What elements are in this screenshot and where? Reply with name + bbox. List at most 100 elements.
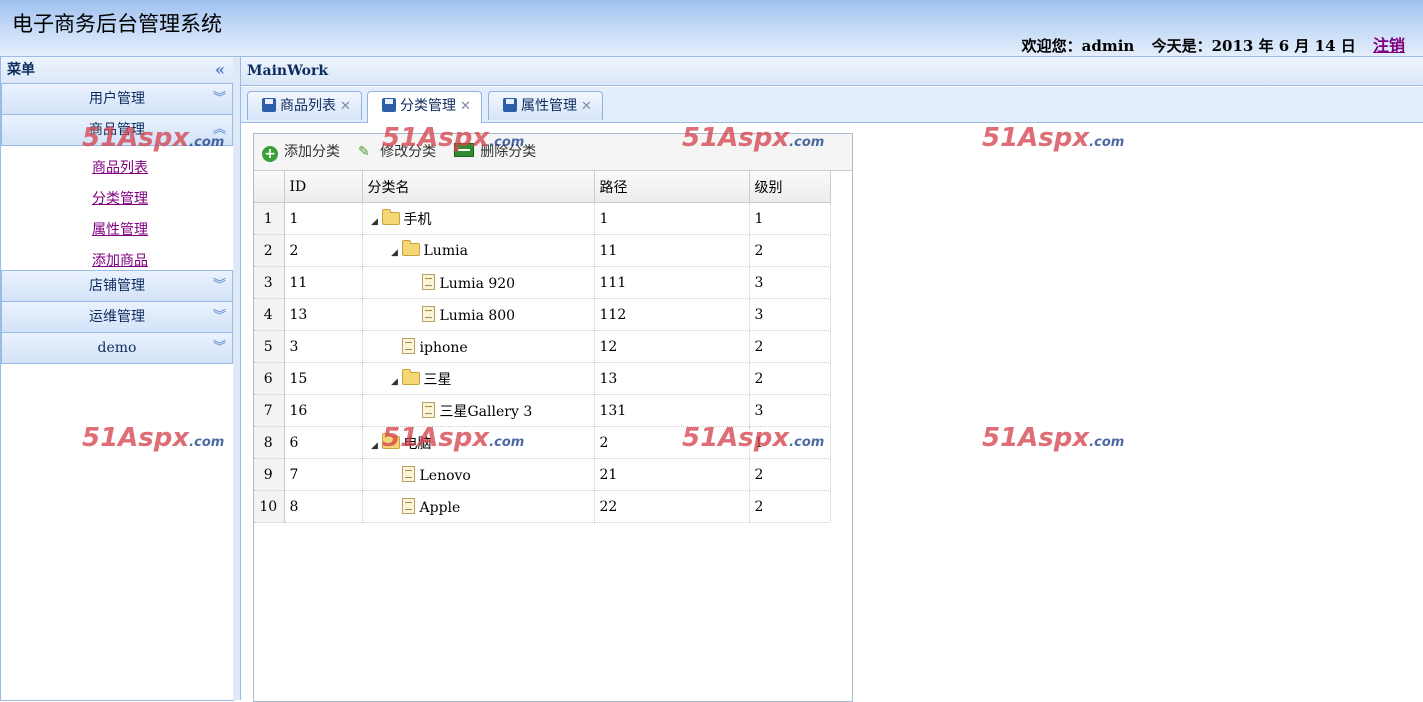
folder-icon — [381, 432, 400, 449]
collapse-left-icon[interactable]: « — [215, 57, 225, 83]
cell-name: ◢ 手机 — [362, 202, 595, 235]
menu-link-category[interactable]: 分类管理 — [1, 185, 233, 216]
cell-name: ◢ 电脑 — [362, 426, 595, 459]
cell-path: 13 — [594, 362, 750, 395]
table-body: 1 1 ◢ 手机 1 1 2 2 ◢ Lumia 11 2 3 11 Lumia 920 111 3 4 13 Lum… — [254, 202, 831, 523]
cell-name: iphone — [362, 330, 595, 363]
cell-level: 2 — [749, 362, 831, 395]
document-icon — [421, 305, 435, 322]
header-info: 欢迎您：admin 今天是：2013 年 6 月 14 日 注销 — [1010, 32, 1405, 56]
category-name: 手机 — [403, 211, 432, 228]
menu-title: 菜单 « — [1, 57, 233, 84]
table-row[interactable]: 1 1 ◢ 手机 1 1 — [254, 202, 831, 235]
cell-path: 131 — [594, 394, 750, 427]
tree-expanded-icon[interactable]: ◢ — [388, 377, 402, 387]
menu-section-shop[interactable]: 店铺管理 ︾ — [1, 271, 233, 302]
tab-strip: 商品列表 ✕ 分类管理 ✕ 属性管理 ✕ — [241, 87, 1423, 123]
expand-icon: ︾ — [212, 340, 226, 355]
row-number: 3 — [254, 266, 285, 299]
cell-path: 11 — [594, 234, 750, 267]
cell-path: 111 — [594, 266, 750, 299]
welcome-text: 欢迎您：admin — [1021, 37, 1135, 55]
menu-section-label: 商品管理 — [89, 122, 145, 138]
category-name: Lenovo — [419, 467, 471, 484]
cell-level: 2 — [749, 330, 831, 363]
column-header-id[interactable]: ID — [284, 171, 363, 203]
tree-expanded-icon[interactable]: ◢ — [388, 248, 402, 258]
date-text: 今天是：2013 年 6 月 14 日 — [1151, 37, 1356, 55]
delete-category-label: 删除分类 — [480, 144, 537, 160]
menu-section-ops[interactable]: 运维管理 ︾ — [1, 302, 233, 333]
cell-name: 三星Gallery 3 — [362, 394, 595, 427]
delete-category-button[interactable]: 删除分类 — [454, 134, 536, 170]
sidebar-menu: 菜单 « 用户管理 ︾ 商品管理 ︽ 商品列表 分类管理 属性管理 添加商品 店… — [0, 57, 234, 701]
layout-splitter[interactable] — [233, 57, 240, 700]
menu-section-goods[interactable]: 商品管理 ︽ — [1, 115, 233, 146]
category-table: ID 分类名 路径 级别 1 1 ◢ 手机 1 1 2 2 ◢ Lumia 11 2 3 11 Lumia … — [254, 171, 831, 523]
table-header-row: ID 分类名 路径 级别 — [254, 171, 831, 203]
document-icon — [401, 497, 415, 514]
cell-level: 3 — [749, 394, 831, 427]
column-header-level[interactable]: 级别 — [749, 171, 831, 203]
tab-goods-list[interactable]: 商品列表 ✕ — [247, 91, 362, 120]
save-disk-icon — [262, 98, 276, 112]
cell-level: 2 — [749, 234, 831, 267]
cell-path: 12 — [594, 330, 750, 363]
document-icon — [401, 465, 415, 482]
add-category-button[interactable]: + 添加分类 — [262, 134, 340, 170]
tab-label: 分类管理 — [400, 98, 456, 114]
pencil-icon: ✎ — [358, 144, 370, 160]
close-icon[interactable]: ✕ — [581, 99, 592, 114]
category-name: Lumia 800 — [439, 307, 516, 324]
cell-level: 2 — [749, 458, 831, 491]
tree-expanded-icon[interactable]: ◢ — [368, 217, 382, 227]
collapse-icon: ︽ — [212, 122, 226, 137]
cell-name: Apple — [362, 490, 595, 523]
category-name: 三星 — [423, 371, 452, 388]
cell-id: 2 — [284, 234, 363, 267]
folder-icon — [381, 208, 400, 225]
menu-link-goods-list[interactable]: 商品列表 — [1, 154, 233, 185]
tab-category[interactable]: 分类管理 ✕ — [367, 91, 482, 123]
expand-icon: ︾ — [212, 309, 226, 324]
row-number: 5 — [254, 330, 285, 363]
table-row[interactable]: 10 8 Apple 22 2 — [254, 490, 831, 523]
cell-name: Lenovo — [362, 458, 595, 491]
cell-path: 2 — [594, 426, 750, 459]
menu-title-label: 菜单 — [7, 62, 35, 78]
table-row[interactable]: 2 2 ◢ Lumia 11 2 — [254, 234, 831, 267]
menu-section-user[interactable]: 用户管理 ︾ — [1, 84, 233, 115]
expand-icon: ︾ — [212, 278, 226, 293]
cell-id: 15 — [284, 362, 363, 395]
edit-category-button[interactable]: ✎ 修改分类 — [358, 134, 436, 170]
table-row[interactable]: 7 16 三星Gallery 3 131 3 — [254, 394, 831, 427]
close-icon[interactable]: ✕ — [340, 99, 351, 114]
remove-icon — [454, 143, 475, 157]
row-number: 10 — [254, 490, 285, 523]
menu-section-label: demo — [97, 340, 137, 356]
menu-section-demo[interactable]: demo ︾ — [1, 333, 233, 364]
logout-link[interactable]: 注销 — [1373, 36, 1405, 55]
app-header: 电子商务后台管理系统 欢迎您：admin 今天是：2013 年 6 月 14 日… — [0, 0, 1423, 57]
document-icon — [421, 401, 435, 418]
column-header-path[interactable]: 路径 — [594, 171, 750, 203]
table-row[interactable]: 9 7 Lenovo 21 2 — [254, 458, 831, 491]
category-name: Apple — [419, 499, 461, 516]
tab-attributes[interactable]: 属性管理 ✕ — [488, 91, 603, 120]
column-header-name[interactable]: 分类名 — [362, 171, 595, 203]
table-row[interactable]: 5 3 iphone 12 2 — [254, 330, 831, 363]
tree-expanded-icon[interactable]: ◢ — [368, 441, 382, 451]
save-disk-icon — [382, 98, 396, 112]
table-row[interactable]: 8 6 ◢ 电脑 2 1 — [254, 426, 831, 459]
menu-section-label: 运维管理 — [89, 309, 145, 325]
table-row[interactable]: 4 13 Lumia 800 112 3 — [254, 298, 831, 331]
row-number: 1 — [254, 202, 285, 235]
table-row[interactable]: 6 15 ◢ 三星 13 2 — [254, 362, 831, 395]
close-icon[interactable]: ✕ — [460, 99, 471, 114]
menu-section-label: 用户管理 — [89, 91, 145, 107]
table-row[interactable]: 3 11 Lumia 920 111 3 — [254, 266, 831, 299]
category-name: Lumia — [423, 242, 468, 259]
tab-label: 商品列表 — [280, 98, 336, 114]
cell-path: 22 — [594, 490, 750, 523]
menu-link-attributes[interactable]: 属性管理 — [1, 216, 233, 247]
